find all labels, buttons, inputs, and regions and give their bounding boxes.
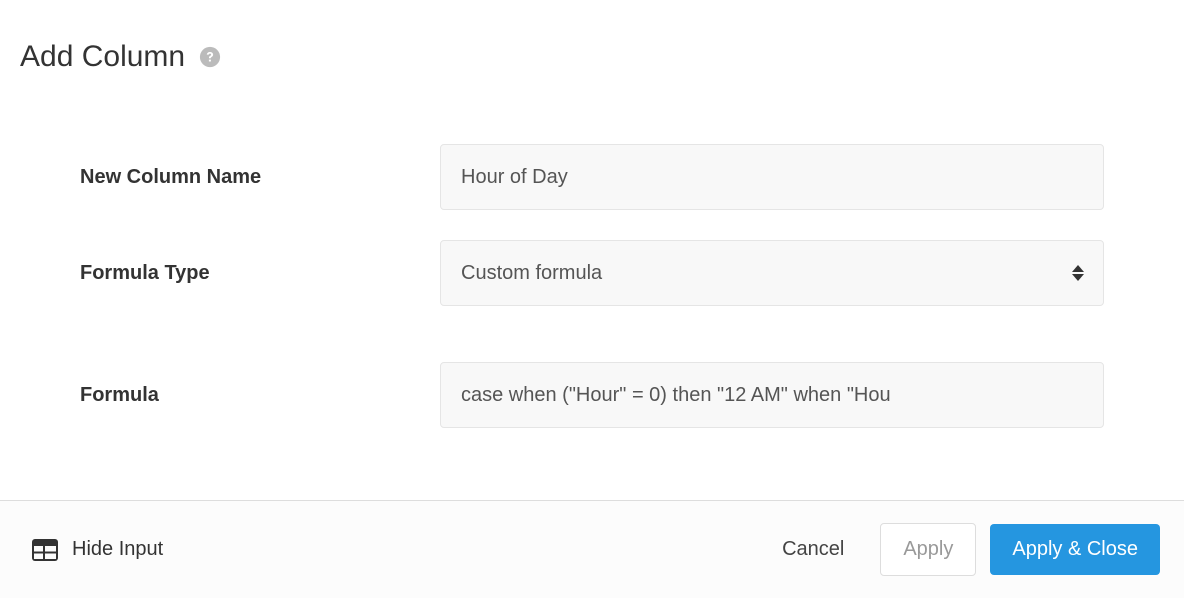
new-column-name-label: New Column Name [20,166,440,189]
table-icon [32,539,58,561]
formula-row: Formula [20,362,1164,428]
apply-close-button[interactable]: Apply & Close [990,524,1160,575]
formula-type-label: Formula Type [20,262,440,285]
new-column-name-row: New Column Name [20,144,1164,210]
formula-type-select[interactable]: Custom formula [440,240,1104,306]
formula-input[interactable] [440,362,1104,428]
formula-type-row: Formula Type Custom formula [20,240,1164,306]
help-icon[interactable] [199,46,221,68]
hide-input-toggle[interactable]: Hide Input [20,538,163,561]
cancel-button[interactable]: Cancel [760,524,866,575]
footer-bar: Hide Input Cancel Apply Apply & Close [0,500,1184,598]
apply-button[interactable]: Apply [880,523,976,576]
page-title: Add Column [20,40,185,74]
formula-label: Formula [20,384,440,407]
new-column-name-input[interactable] [440,144,1104,210]
hide-input-label: Hide Input [72,538,163,561]
page-header: Add Column [20,40,1164,74]
